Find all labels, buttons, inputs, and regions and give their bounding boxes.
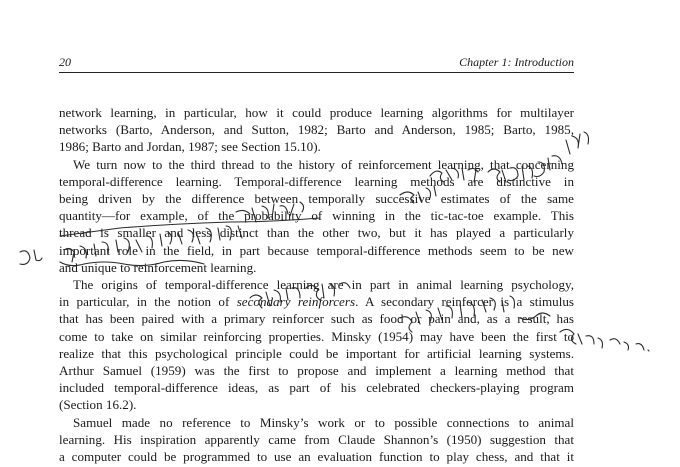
paragraph-2: We turn now to the third thread to the h… — [59, 156, 574, 276]
text-line: quantity—for example, of the probability… — [59, 208, 574, 224]
text-line: (Section 16.2). — [59, 397, 137, 413]
paragraph-4: Samuel made no reference to Minsky’s wor… — [59, 414, 574, 466]
text-line: that has been paired with a primary rein… — [59, 311, 574, 327]
text-line: network learning, in particular, how it … — [59, 105, 574, 120]
text-line: networks (Barto, Anderson, and Sutton, 1… — [59, 122, 574, 138]
text-line: realize that this psychological principl… — [59, 345, 574, 361]
text-line: thread is smaller and less distinct than… — [59, 225, 574, 241]
text-line: come to take on similar reinforcing prop… — [59, 328, 574, 344]
text-line: included temporal-difference ideas, as p… — [59, 380, 574, 396]
text-line: 1986; Barto and Jordan, 1987; see Sectio… — [59, 139, 321, 155]
page-number: 20 — [59, 55, 71, 69]
book-page: 20 Chapter 1: Introduction network learn… — [0, 0, 680, 467]
text-line: being driven by the difference between t… — [59, 191, 574, 207]
emphasized-term: secondary reinforcers — [236, 294, 356, 310]
running-header: 20 Chapter 1: Introduction — [59, 55, 574, 70]
text-line: and unique to reinforcement learning. — [59, 259, 257, 275]
text-line: Arthur Samuel (1959) was the first to pr… — [59, 363, 574, 379]
paragraph-1: network learning, in particular, how it … — [59, 104, 574, 156]
text-line: a computer could be programmed to use an… — [59, 449, 574, 465]
text-line: temporal-difference learning. Temporal-d… — [59, 173, 574, 189]
text-line: learning. His inspiration apparently cam… — [59, 431, 574, 447]
text-line-with-emphasis: in particular, in the notion of secondar… — [59, 294, 574, 310]
header-rule — [59, 72, 574, 73]
text-line: We turn now to the third thread to the h… — [73, 156, 574, 172]
text-line: The origins of temporal-difference learn… — [73, 277, 574, 293]
body-text: network learning, in particular, how it … — [59, 104, 574, 465]
chapter-title: Chapter 1: Introduction — [459, 55, 574, 69]
text-line: important role in the field, in part bec… — [59, 242, 574, 258]
paragraph-3: The origins of temporal-difference learn… — [59, 276, 574, 414]
text-line: Samuel made no reference to Minsky’s wor… — [73, 414, 574, 430]
